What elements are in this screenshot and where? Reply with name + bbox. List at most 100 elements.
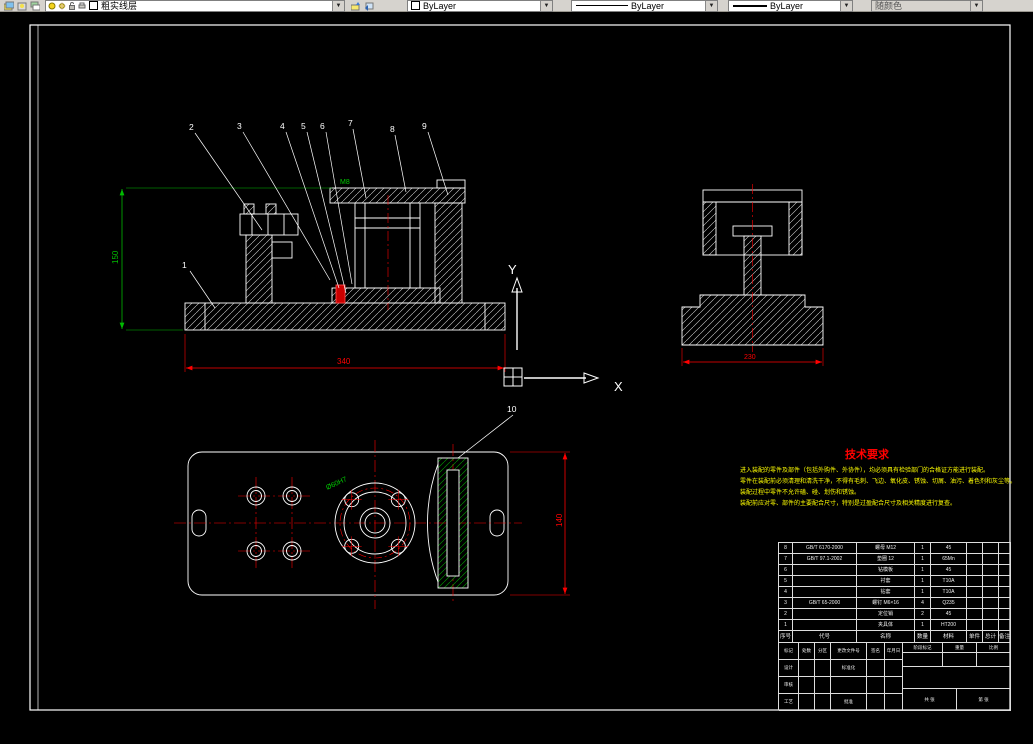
layer-combo[interactable]: 粗实线层 ▼ xyxy=(45,0,345,12)
callout-9: 9 xyxy=(422,121,427,131)
make-object-layer-current-button[interactable] xyxy=(349,0,362,11)
layer-plot-icon[interactable] xyxy=(78,2,86,10)
tb-empty xyxy=(885,660,903,677)
dim-front-width: 340 xyxy=(337,357,351,366)
bom-cell xyxy=(983,576,999,587)
callout-5: 5 xyxy=(301,121,306,131)
tb-empty xyxy=(867,660,885,677)
tech-req-line-4: 装配前应对零、部件的主要配合尺寸，特别是过盈配合尺寸及相关精度进行复查。 xyxy=(740,499,956,507)
plot-style-combo: 随颜色 ▼ xyxy=(871,0,983,12)
tb-stage-value xyxy=(903,653,943,667)
bom-row: 3 GB/T 65-2000 螺钉 M6×16 4 Q235 xyxy=(779,598,1011,609)
tb-empty xyxy=(867,677,885,694)
bom-cell: 8 xyxy=(779,543,793,554)
linetype-combo[interactable]: ByLayer ▼ xyxy=(571,0,718,12)
bom-row: 5 衬套 1 T10A xyxy=(779,576,1011,587)
bom-cell xyxy=(999,554,1011,565)
tb-empty xyxy=(867,694,885,711)
bom-cell xyxy=(793,576,857,587)
layer-combo-dropdown-arrow[interactable]: ▼ xyxy=(332,0,344,11)
layer-combo-value: 粗实线层 xyxy=(101,0,138,11)
bom-cell: 45 xyxy=(931,609,967,620)
bom-cell: 6 xyxy=(779,565,793,576)
tb-empty xyxy=(799,677,815,694)
lineweight-combo-dropdown-arrow[interactable]: ▼ xyxy=(840,0,852,11)
bom-row: 7 GB/T 97.1-2002 垫圈 12 1 65Mn xyxy=(779,554,1011,565)
bom-header-cell: 总计 xyxy=(983,631,999,643)
tb-sheets: 共 张 xyxy=(903,689,957,711)
tb-empty xyxy=(831,677,867,694)
bom-cell xyxy=(983,598,999,609)
bom-cell xyxy=(983,609,999,620)
title-block: 标记 处数 分区 更改文件号 签名 年月日 设计 标准化 审核 工艺 批准 阶段… xyxy=(779,643,1011,711)
bom-header-cell: 名称 xyxy=(857,631,915,643)
bom-row: 6 钻模板 1 45 xyxy=(779,565,1011,576)
color-swatch-icon xyxy=(411,1,420,10)
bom-cell xyxy=(967,565,983,576)
layer-color-swatch[interactable] xyxy=(89,1,98,10)
layer-previous-button[interactable] xyxy=(362,0,375,11)
layer-properties-button[interactable] xyxy=(2,0,15,11)
tb-empty xyxy=(885,677,903,694)
bom-cell: T10A xyxy=(931,576,967,587)
bom-cell: 1 xyxy=(915,576,931,587)
bom-cell: GB/T 97.1-2002 xyxy=(793,554,857,565)
drawing-canvas[interactable]: M8 340 150 2 3 4 5 6 7 8 9 1 10 Y X 230 … xyxy=(0,12,1033,744)
thread-label: M8 xyxy=(340,179,350,186)
front-view: M8 xyxy=(184,179,506,331)
bom-cell xyxy=(793,620,857,631)
bom-cell: 定位销 xyxy=(857,609,915,620)
layer-states-button[interactable] xyxy=(15,0,28,11)
bom-header-row: 序号 代号 名称 数量 材料 单件 总计 备注 xyxy=(779,631,1011,643)
bom-cell: 1 xyxy=(779,620,793,631)
color-combo-dropdown-arrow[interactable]: ▼ xyxy=(540,0,552,11)
bom-header-cell: 材料 xyxy=(931,631,967,643)
bom-cell: HT200 xyxy=(931,620,967,631)
bolt-holes xyxy=(246,486,302,561)
bom-cell: 垫圈 12 xyxy=(857,554,915,565)
tb-label-design: 设计 xyxy=(779,660,799,677)
toolbar: 粗实线层 ▼ ByLayer ▼ ByLayer ▼ ByLayer ▼ 随颜色… xyxy=(0,0,1033,12)
layer-isolate-button[interactable] xyxy=(28,0,41,11)
bom-cell: 3 xyxy=(779,598,793,609)
color-combo[interactable]: ByLayer ▼ xyxy=(407,0,553,12)
tb-label: 标记 xyxy=(779,643,799,660)
make-layer-current-icon xyxy=(350,1,360,10)
bom-cell: 2 xyxy=(779,609,793,620)
callout-6: 6 xyxy=(320,121,325,131)
callout-4: 4 xyxy=(280,121,285,131)
bom-cell xyxy=(999,620,1011,631)
ucs-x-label: X xyxy=(614,379,623,394)
bom-header-cell: 序号 xyxy=(779,631,793,643)
bom-cell: GB/T 65-2000 xyxy=(793,598,857,609)
bom-header-cell: 代号 xyxy=(793,631,857,643)
tb-drawing-number xyxy=(903,667,1011,689)
tb-empty xyxy=(815,660,831,677)
bom-cell: 4 xyxy=(915,598,931,609)
title-block-area: 8 GB/T 6170-2000 螺母 M12 1 45 7 GB/T 97.1-2002 垫… xyxy=(778,542,1011,711)
linetype-sample-icon xyxy=(576,5,628,6)
bom-cell: 1 xyxy=(915,620,931,631)
lineweight-combo[interactable]: ByLayer ▼ xyxy=(728,0,853,12)
tech-req-line-3: 装配过程中零件不允许磕、碰、划伤和锈蚀。 xyxy=(740,488,860,496)
bom-cell: 夹具体 xyxy=(857,620,915,631)
layer-freeze-icon[interactable] xyxy=(58,1,66,10)
color-combo-value: ByLayer xyxy=(423,0,457,11)
callout-1: 1 xyxy=(182,260,187,270)
tb-label-weight: 重量 xyxy=(943,643,977,653)
bom-cell: 1 xyxy=(915,587,931,598)
bom-cell: 65Mn xyxy=(931,554,967,565)
tb-weight-value xyxy=(943,653,977,667)
bom-row: 4 钻套 1 T10A xyxy=(779,587,1011,598)
bom-header-cell: 单件 xyxy=(967,631,983,643)
bom-cell: 螺母 M12 xyxy=(857,543,915,554)
tb-empty xyxy=(815,694,831,711)
layer-previous-icon xyxy=(364,2,373,11)
callout-10: 10 xyxy=(507,404,517,414)
linetype-combo-dropdown-arrow[interactable]: ▼ xyxy=(705,0,717,11)
layer-on-icon[interactable] xyxy=(48,2,56,10)
bom-row: 2 定位销 2 45 xyxy=(779,609,1011,620)
bom-cell: 45 xyxy=(931,543,967,554)
layer-lock-icon[interactable] xyxy=(68,1,76,10)
bom-cell xyxy=(983,554,999,565)
